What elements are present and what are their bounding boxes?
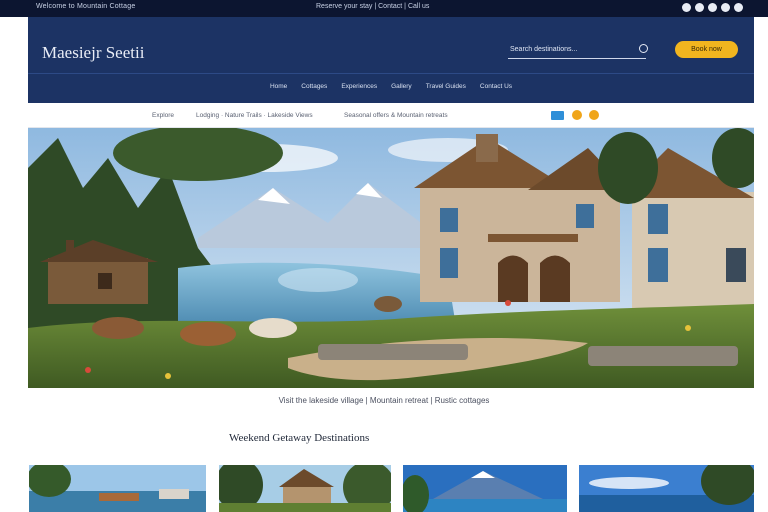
thumb-forest-cabin <box>219 465 391 512</box>
youtube-icon[interactable] <box>734 3 743 12</box>
site-header: Maesiejr Seetii Search destinations... B… <box>28 17 754 103</box>
header-divider <box>28 73 754 74</box>
pinterest-icon[interactable] <box>721 3 730 12</box>
nav-home[interactable]: Home <box>270 83 287 90</box>
destination-card-1[interactable] <box>29 465 206 512</box>
subnav-item-offers[interactable]: Seasonal offers & Mountain retreats <box>344 112 448 119</box>
currency-icon[interactable] <box>572 110 582 120</box>
thumb-coastal-view <box>579 465 754 512</box>
topbar-links[interactable]: Reserve your stay | Contact | Call us <box>316 3 429 10</box>
social-icons <box>682 3 743 12</box>
language-icon[interactable] <box>589 110 599 120</box>
destination-card-3[interactable] <box>403 465 567 512</box>
thumb-lake-harbor <box>29 465 206 512</box>
main-nav: Home Cottages Experiences Gallery Travel… <box>28 83 754 90</box>
secondary-nav: Explore Lodging · Nature Trails · Lakesi… <box>28 104 754 128</box>
instagram-icon[interactable] <box>708 3 717 12</box>
nav-experiences[interactable]: Experiences <box>341 83 377 90</box>
subnav-item-explore[interactable]: Explore <box>152 112 174 119</box>
nav-travel-guides[interactable]: Travel Guides <box>426 83 466 90</box>
top-bar: Welcome to Mountain Cottage Reserve your… <box>0 0 768 17</box>
hero-image[interactable] <box>28 128 754 388</box>
search-field[interactable]: Search destinations... <box>508 44 648 59</box>
destination-card-2[interactable] <box>219 465 391 512</box>
search-placeholder[interactable]: Search destinations... <box>510 46 577 53</box>
facebook-icon[interactable] <box>682 3 691 12</box>
nav-contact[interactable]: Contact Us <box>480 83 512 90</box>
twitter-icon[interactable] <box>695 3 704 12</box>
topbar-welcome-text: Welcome to Mountain Cottage <box>36 3 136 10</box>
subnav-item-lodging[interactable]: Lodging · Nature Trails · Lakeside Views <box>196 112 313 119</box>
nav-gallery[interactable]: Gallery <box>391 83 412 90</box>
hero-caption: Visit the lakeside village | Mountain re… <box>278 396 490 405</box>
nav-cottages[interactable]: Cottages <box>301 83 327 90</box>
section-title: Weekend Getaway Destinations <box>229 432 370 444</box>
book-now-button[interactable]: Book now <box>675 41 738 58</box>
site-logo[interactable]: Maesiejr Seetii <box>42 43 144 63</box>
flag-icon[interactable] <box>551 111 564 120</box>
destination-card-4[interactable] <box>579 465 754 512</box>
search-icon[interactable] <box>639 44 648 53</box>
thumb-snow-mountain <box>403 465 567 512</box>
hero-landscape-illustration <box>28 128 754 388</box>
